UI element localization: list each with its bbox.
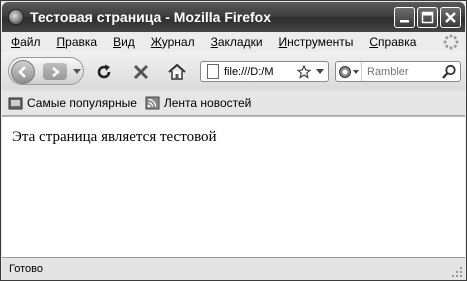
search-engine-selector[interactable] [336, 62, 362, 81]
page-content: Эта страница является тестовой [2, 116, 465, 257]
search-input[interactable] [367, 65, 437, 78]
forward-arrow-icon [52, 66, 61, 77]
stop-icon [133, 64, 149, 80]
menu-bookmarks[interactable]: Закладки [211, 35, 263, 49]
bookmark-label: Лента новостей [163, 95, 252, 110]
menu-bar: Файл Правка Вид Журнал Закладки Инструме… [2, 32, 465, 52]
minimize-icon [400, 20, 409, 23]
back-arrow-icon [18, 66, 26, 78]
page-icon [207, 64, 219, 79]
back-button[interactable] [11, 60, 35, 84]
search-bar[interactable] [335, 61, 461, 82]
menu-history[interactable]: Журнал [151, 35, 195, 49]
menu-edit[interactable]: Правка [57, 35, 98, 49]
url-dropdown-icon[interactable] [316, 68, 324, 75]
reload-button[interactable] [94, 62, 114, 82]
window-title: Тестовая страница - Mozilla Firefox [30, 9, 272, 25]
status-bar: Готово [2, 257, 465, 280]
address-bar[interactable] [200, 61, 329, 82]
bookmark-most-visited[interactable]: Самые популярные [8, 96, 137, 110]
forward-button[interactable] [43, 63, 67, 80]
maximize-button[interactable] [417, 7, 438, 28]
window-controls [394, 7, 461, 28]
navigation-toolbar [2, 52, 465, 90]
stop-button[interactable] [131, 62, 151, 82]
close-icon [445, 12, 456, 23]
home-button[interactable] [167, 62, 187, 82]
bookmarks-toolbar: Самые популярные Лента новостей [2, 90, 465, 116]
home-icon [168, 63, 186, 80]
firefox-logo-icon[interactable] [8, 9, 24, 25]
rambler-engine-icon [338, 65, 359, 78]
back-forward-group [8, 57, 84, 85]
close-button[interactable] [440, 7, 461, 28]
browser-window: Тестовая страница - Mozilla Firefox Файл… [0, 0, 467, 281]
activity-throbber-icon [443, 34, 459, 50]
title-bar: Тестовая страница - Mozilla Firefox [2, 2, 465, 32]
rss-icon [145, 96, 160, 109]
bookmark-folder-icon [8, 97, 23, 109]
bookmark-news-feed[interactable]: Лента новостей [145, 95, 252, 110]
page-text: Эта страница является тестовой [12, 129, 217, 145]
magnifier-icon[interactable] [441, 64, 457, 80]
url-input[interactable] [224, 65, 294, 78]
menu-help[interactable]: Справка [369, 35, 416, 49]
resize-grip-icon[interactable] [451, 266, 463, 278]
history-dropdown-icon[interactable] [72, 66, 82, 76]
menu-file[interactable]: Файл [11, 35, 41, 49]
bookmark-label: Самые популярные [27, 95, 137, 110]
status-text: Готово [9, 263, 43, 275]
menu-tools[interactable]: Инструменты [279, 35, 354, 49]
star-icon[interactable] [297, 64, 311, 79]
minimize-button[interactable] [394, 7, 415, 28]
maximize-icon [421, 11, 434, 24]
reload-icon [97, 64, 111, 79]
menu-view[interactable]: Вид [113, 35, 135, 49]
